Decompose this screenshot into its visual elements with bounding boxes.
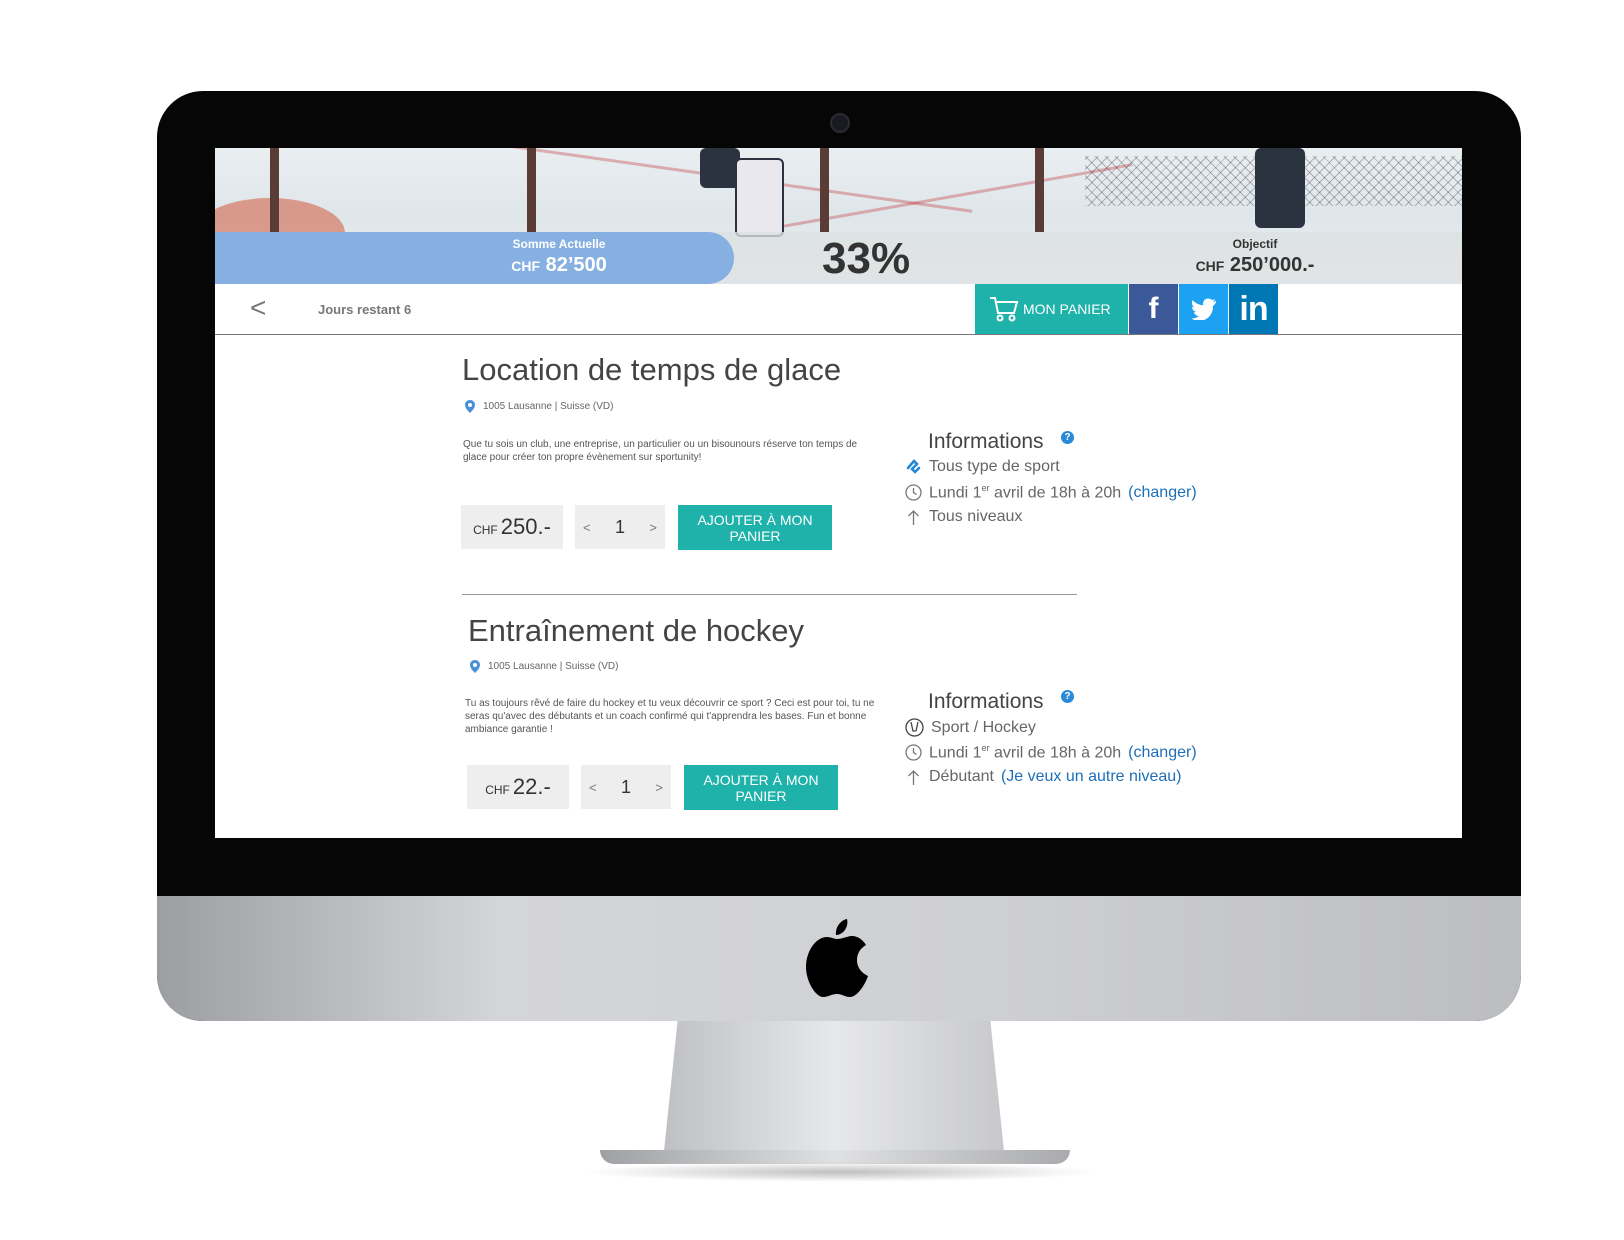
quantity-stepper: < 1 > [575, 505, 665, 549]
change-date-link[interactable]: (changer) [1128, 744, 1196, 762]
hockey-player [700, 148, 740, 188]
sport-text: Sport / Hockey [931, 718, 1036, 736]
location-pin-icon [470, 660, 480, 673]
price-box: CHF 250.- [461, 505, 563, 549]
product-title: Entraînement de hockey [468, 613, 805, 648]
product-description: Que tu sois un club, une entreprise, un … [463, 439, 858, 463]
qty-decrease-button[interactable]: < [583, 520, 591, 535]
monitor-stand [664, 1021, 1004, 1151]
info-date: Lundi 1er avril de 18h à 20h (changer) [905, 743, 1197, 762]
facebook-share-button[interactable]: f [1129, 284, 1178, 334]
arrow-up-icon [908, 509, 919, 525]
location-pin-icon [465, 400, 475, 413]
facebook-icon: f [1148, 292, 1159, 325]
back-button[interactable]: < [250, 292, 266, 324]
price-amount: 250.- [500, 514, 551, 539]
sport-text: Tous type de sport [929, 458, 1060, 475]
price-box: CHF 22.- [467, 765, 569, 809]
rink-post [1035, 148, 1044, 232]
screen: Somme Actuelle CHF 82’500 33% Objectif C… [215, 148, 1462, 838]
rink-post [527, 148, 536, 232]
current-sum-label: Somme Actuelle [512, 237, 606, 251]
date-text: Lundi 1er avril de 18h à 20h [929, 743, 1121, 762]
progress-percent: 33% [822, 234, 911, 283]
current-sum-value: CHF 82’500 [469, 254, 649, 277]
sportunity-icon [906, 458, 921, 474]
location-text: 1005 Lausanne | Suisse (VD) [488, 661, 619, 672]
date-day: Lundi 1 [929, 744, 982, 762]
rink-post [270, 148, 279, 232]
price-currency: CHF [473, 523, 498, 537]
qty-increase-button[interactable]: > [649, 520, 657, 535]
rink-line [377, 148, 973, 213]
add-to-cart-button[interactable]: AJOUTER À MON PANIER [678, 505, 832, 550]
date-ordinal: er [981, 483, 990, 493]
goal-currency: CHF [1195, 258, 1225, 274]
date-ordinal: er [981, 743, 990, 753]
goal-amount: 250’000.- [1229, 254, 1315, 276]
apple-logo-icon [806, 919, 868, 997]
change-date-link[interactable]: (changer) [1128, 484, 1196, 502]
rink-post [820, 148, 829, 232]
change-level-link[interactable]: (Je veux un autre niveau) [1001, 768, 1182, 786]
info-title: Informations [928, 690, 1044, 713]
date-day: Lundi 1 [929, 484, 982, 502]
date-time: avril de 18h à 20h [989, 484, 1122, 502]
linkedin-share-button[interactable]: in [1229, 284, 1278, 334]
help-icon[interactable]: ? [1061, 690, 1074, 703]
product-location: 1005 Lausanne | Suisse (VD) [465, 400, 613, 413]
info-sport: Tous type de sport [905, 458, 1060, 476]
product-title: Location de temps de glace [462, 352, 842, 387]
qty-value[interactable]: 1 [621, 777, 631, 798]
info-title: Informations [928, 430, 1044, 453]
stand-shadow [580, 1162, 1100, 1182]
clock-icon [905, 484, 922, 501]
info-level: Débutant (Je veux un autre niveau) [905, 768, 1181, 786]
linkedin-icon: in [1239, 289, 1268, 328]
quantity-stepper: < 1 > [581, 765, 671, 809]
current-amount: 82’500 [545, 254, 607, 276]
date-text: Lundi 1er avril de 18h à 20h [929, 483, 1121, 502]
price-amount: 22.- [512, 774, 551, 799]
goal-label: Objectif [1232, 237, 1278, 251]
twitter-icon [1190, 298, 1216, 320]
product-card: Entraînement de hockey 1005 Lausanne | S… [215, 594, 1462, 834]
hockey-icon [905, 718, 924, 737]
twitter-share-button[interactable] [1179, 284, 1228, 334]
cart-label: MON PANIER [1023, 301, 1111, 317]
camera-icon [830, 113, 850, 133]
info-level: Tous niveaux [905, 508, 1022, 526]
qty-increase-button[interactable]: > [655, 780, 663, 795]
qty-decrease-button[interactable]: < [589, 780, 597, 795]
hockey-player [735, 158, 784, 237]
arrow-up-icon [908, 769, 919, 785]
info-sport: Sport / Hockey [905, 718, 1036, 737]
level-text: Débutant [929, 768, 994, 785]
hero-banner: Somme Actuelle CHF 82’500 33% Objectif C… [215, 148, 1462, 284]
nav-bar: < Jours restant 6 MON PANIER f in [215, 284, 1462, 335]
level-text: Tous niveaux [929, 508, 1023, 525]
days-remaining: Jours restant 6 [318, 302, 412, 317]
price-currency: CHF [485, 783, 510, 797]
hockey-player [1255, 148, 1305, 228]
qty-value[interactable]: 1 [615, 517, 625, 538]
location-text: 1005 Lausanne | Suisse (VD) [483, 401, 614, 412]
cart-button[interactable]: MON PANIER [975, 284, 1128, 334]
date-time: avril de 18h à 20h [989, 744, 1122, 762]
help-icon[interactable]: ? [1061, 431, 1074, 444]
product-description: Tu as toujours rêvé de faire du hockey e… [465, 698, 875, 735]
info-date: Lundi 1er avril de 18h à 20h (changer) [905, 483, 1197, 502]
goal-value: CHF 250’000.- [1155, 254, 1355, 277]
rink-line [737, 163, 1133, 236]
cart-icon [990, 297, 1019, 322]
product-location: 1005 Lausanne | Suisse (VD) [470, 660, 618, 673]
clock-icon [905, 744, 922, 761]
product-card: Location de temps de glace 1005 Lausanne… [215, 334, 1462, 574]
current-currency: CHF [511, 258, 541, 274]
add-to-cart-button[interactable]: AJOUTER À MON PANIER [684, 765, 838, 810]
